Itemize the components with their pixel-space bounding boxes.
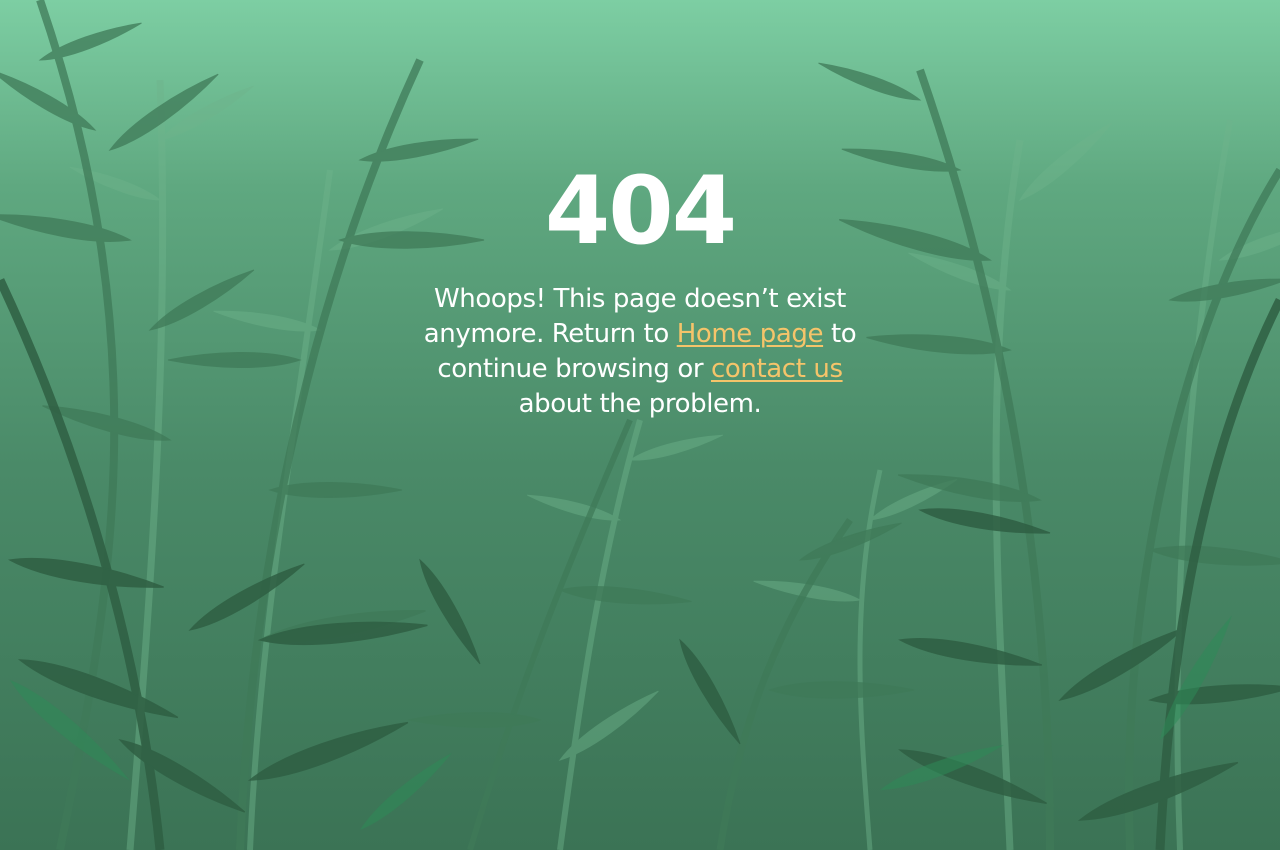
error-message: Whoops! This page doesn’t exist anymore.…: [420, 282, 860, 422]
contact-us-link[interactable]: contact us: [711, 354, 843, 384]
error-code: 404: [544, 157, 737, 266]
bamboo-background: [0, 0, 1280, 850]
message-text-after: about the problem.: [518, 389, 762, 419]
error-panel: 404 Whoops! This page doesn’t exist anym…: [0, 160, 1280, 422]
home-page-link[interactable]: Home page: [677, 319, 824, 349]
